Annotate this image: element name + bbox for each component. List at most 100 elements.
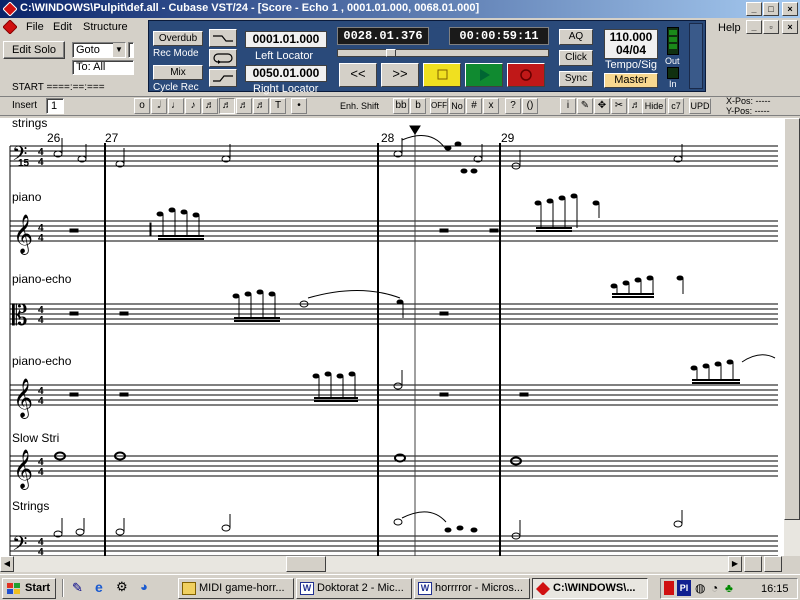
measure-number-27: 27 [105,131,119,145]
tempo-signature-display[interactable]: 110.000 04/04 [604,29,658,59]
stop-button[interactable] [423,63,461,87]
messenger-quicklaunch-icon[interactable]: ◕ [140,579,148,594]
triplet-tool[interactable]: T [270,98,286,114]
network-tray-icon[interactable]: ◍ [695,581,705,595]
language-indicator[interactable]: Pl [677,580,691,596]
horizontal-scrollbar[interactable]: ◀ ▶ [0,556,742,572]
horizontal-scroll-thumb[interactable] [286,556,326,572]
left-locator-display[interactable]: 0001.01.000 [245,31,327,48]
scissors-icon[interactable]: ✂ [611,98,627,114]
scroll-right-arrow-icon[interactable]: ▶ [728,556,742,572]
note-quarter-tool[interactable]: ♩ [168,98,184,114]
fast-forward-button[interactable]: >> [381,63,419,87]
track-name-strings-2[interactable]: Strings [12,499,49,513]
doc-menu-icon[interactable] [3,20,17,34]
clock[interactable]: 16:15 [761,583,789,595]
cycle-button[interactable] [209,49,237,67]
layout-tool[interactable]: c7 [668,98,684,114]
menu-file[interactable]: File [26,21,44,33]
scroll-left-arrow-icon[interactable]: ◀ [0,556,14,572]
double-sharp-tool[interactable]: x [483,98,499,114]
record-button[interactable] [507,63,545,87]
note-16th-tool[interactable]: ♬ [202,98,218,114]
question-tool[interactable]: ? [505,98,521,114]
svg-text:4: 4 [38,233,44,244]
measure-number-29: 29 [501,131,515,145]
upd-tool[interactable]: UPD [689,98,711,114]
word-icon: W [300,582,314,595]
outlook-quicklaunch-icon[interactable]: ⚙ [116,579,128,595]
task-midi-game[interactable]: MIDI game-horr... [178,578,294,599]
mix-button[interactable]: Mix [153,65,203,80]
position-time-display[interactable]: 00:00:59:11 [449,27,549,45]
move-icon[interactable]: ✥ [594,98,610,114]
maximize-button[interactable]: □ [763,2,779,16]
volume-tray-icon[interactable]: ◔ [711,581,718,595]
punch-out-button[interactable] [209,69,237,87]
goto-side-field[interactable] [128,42,134,58]
desktop-quicklaunch-icon[interactable]: ✎ [72,580,83,596]
chevron-down-icon[interactable]: ▼ [113,43,125,57]
song-position-slider[interactable] [337,49,549,57]
close-button[interactable]: × [782,2,798,16]
punch-in-button[interactable] [209,29,237,47]
note-whole-tool[interactable]: o [134,98,150,114]
track-name-slow-strings[interactable]: Slow Stri [12,431,59,445]
score-area[interactable]: 𝄢 𝄞 𝄡 𝄞 𝄞 𝄢 44 44 44 44 44 44 strings pi… [0,118,784,556]
track-name-piano-echo-1[interactable]: piano-echo [12,272,71,286]
minimize-button[interactable]: _ [746,2,762,16]
ie-quicklaunch-icon[interactable]: e [95,579,103,595]
goto-dropdown[interactable]: Goto ▼ [72,42,126,58]
menu-structure[interactable]: Structure [83,21,128,33]
note-32nd-tool[interactable]: ♬ [219,98,235,114]
start-button[interactable]: Start [2,578,56,599]
click-button[interactable]: Click [559,50,593,66]
position-bars-display[interactable]: 0028.01.376 [337,27,429,45]
sync-button[interactable]: Sync [559,71,593,87]
info-icon[interactable]: i [560,98,576,114]
dotted-tool[interactable]: • [291,98,307,114]
score-canvas[interactable]: 𝄢 𝄞 𝄡 𝄞 𝄞 𝄢 44 44 44 44 44 44 [0,118,784,556]
flat-tool[interactable]: b [410,98,426,114]
sharp-tool[interactable]: # [466,98,482,114]
note-eighth-tool[interactable]: ♪ [185,98,201,114]
track-name-piano[interactable]: piano [12,190,41,204]
aq-button[interactable]: AQ [559,29,593,45]
no-tool[interactable]: No [449,98,465,114]
play-button[interactable] [465,63,503,87]
menu-edit[interactable]: Edit [53,21,72,33]
rewind-button[interactable]: << [339,63,377,87]
note-half-tool[interactable]: 𝅗𝅥 [151,98,167,114]
vertical-scroll-thumb[interactable] [784,118,800,520]
antivirus-tray-icon[interactable]: ♣ [725,581,733,595]
task-cubase[interactable]: C:\WINDOWS\... [532,578,648,599]
song-position-handle[interactable] [386,49,396,57]
zoom-out-button[interactable] [744,556,762,572]
bracket-tool[interactable]: () [522,98,538,114]
enh-shift-label: Enh. Shift [340,101,380,111]
zoom-in-button[interactable] [764,556,782,572]
task-doktorat[interactable]: W Doktorat 2 - Mic... [296,578,412,599]
track-name-piano-echo-2[interactable]: piano-echo [12,354,71,368]
clef-octave-number: 15 [18,158,30,169]
menu-help[interactable]: Help [718,22,741,34]
overdub-button[interactable]: Overdub [153,31,203,46]
insert-field[interactable]: 1 [46,98,64,114]
master-button[interactable]: Master [604,73,658,88]
vertical-scrollbar[interactable] [784,118,800,556]
edit-solo-button[interactable]: Edit Solo [3,41,65,59]
hide-tool[interactable]: Hide [642,98,666,114]
doc-minimize-button[interactable]: _ [746,20,762,34]
double-flat-tool[interactable]: bb [393,98,409,114]
off-tool[interactable]: OFF [430,98,448,114]
pencil-icon[interactable]: ✎ [577,98,593,114]
right-locator-display[interactable]: 0050.01.000 [245,65,327,82]
tray-red-icon[interactable] [664,581,674,595]
doc-restore-button[interactable]: ▫ [763,20,779,34]
note-64th-tool[interactable]: ♬ [236,98,252,114]
note-128th-tool[interactable]: ♬ [253,98,269,114]
track-name-strings[interactable]: strings [12,118,47,130]
doc-close-button[interactable]: × [782,20,798,34]
to-all-field[interactable]: To: All [72,60,134,75]
task-horrrror[interactable]: W horrrror - Micros... [414,578,530,599]
